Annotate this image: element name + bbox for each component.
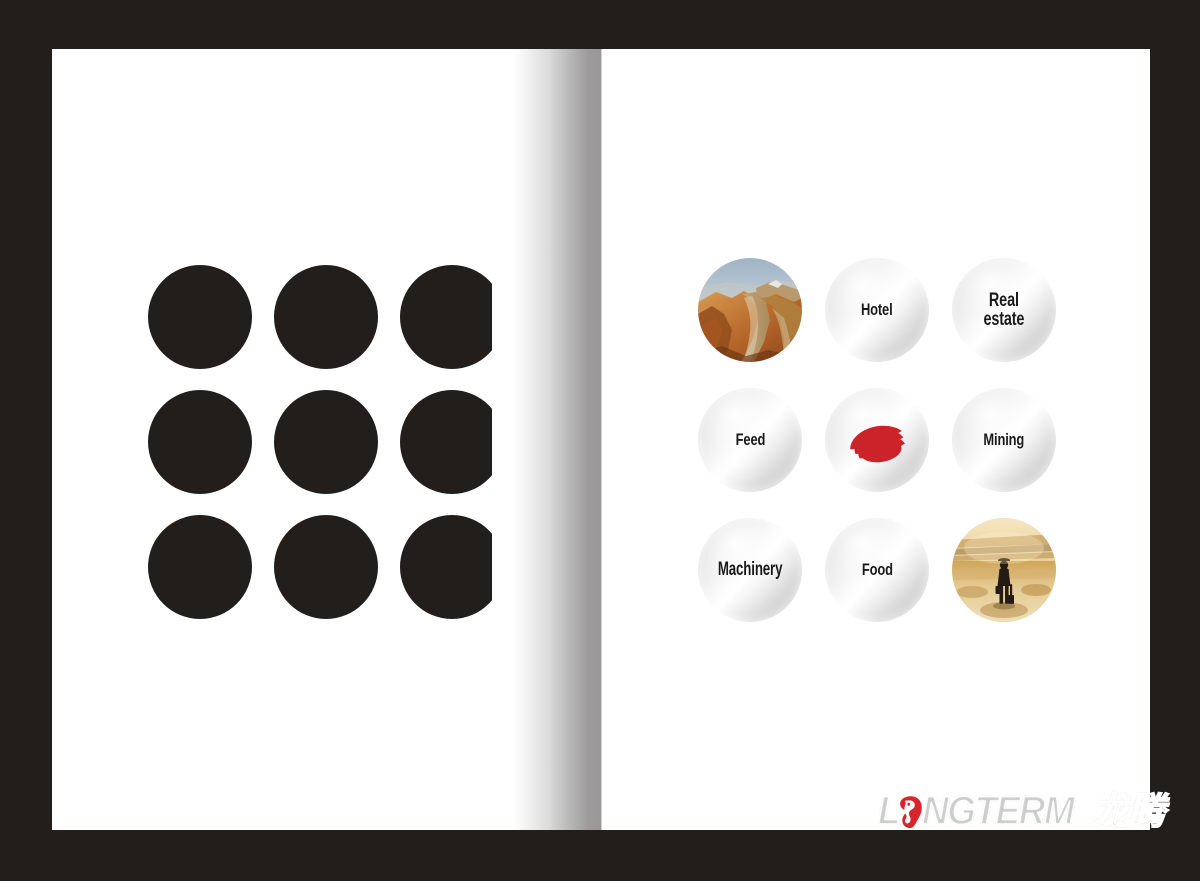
badge-feed-label: Feed xyxy=(735,430,765,450)
longterm-watermark: L NGTERM 龙腾 xyxy=(877,788,1166,834)
badge-machinery-label: Machinery xyxy=(717,559,783,581)
screenshot-canvas: Hotel Real estate Feed Mining Machinery … xyxy=(0,0,1200,881)
right-page: Hotel Real estate Feed Mining Machinery … xyxy=(602,49,1150,830)
badge-mining-photo[interactable] xyxy=(698,258,802,362)
badge-real-estate[interactable]: Real estate xyxy=(952,258,1056,362)
badge-food[interactable]: Food xyxy=(825,518,929,622)
badge-food-label: Food xyxy=(861,560,893,580)
dot-placeholder-6 xyxy=(400,390,504,494)
badge-hotel-label: Hotel xyxy=(861,300,893,320)
watermark-chinese: 龙腾 xyxy=(1092,789,1166,833)
dot-placeholder-4 xyxy=(148,390,252,494)
open-book-spread: Hotel Real estate Feed Mining Machinery … xyxy=(52,49,1150,830)
badge-mining-label: Mining xyxy=(983,430,1025,450)
dot-placeholder-3 xyxy=(400,265,504,369)
dot-placeholder-2 xyxy=(274,265,378,369)
badge-grid: Hotel Real estate Feed Mining Machinery … xyxy=(698,258,1056,622)
dot-placeholder-1 xyxy=(148,265,252,369)
badge-brandmark[interactable] xyxy=(825,388,929,492)
watermark-letters-ngterm: NGTERM xyxy=(921,789,1075,833)
dot-placeholder-8 xyxy=(274,515,378,619)
badge-feed[interactable]: Feed xyxy=(698,388,802,492)
left-page xyxy=(52,49,530,830)
badge-mining[interactable]: Mining xyxy=(952,388,1056,492)
watermark-letter-l: L xyxy=(877,789,901,833)
dot-placeholder-5 xyxy=(274,390,378,494)
book-gutter-shadow xyxy=(492,49,602,830)
badge-hotel[interactable]: Hotel xyxy=(825,258,929,362)
company-logo-icon xyxy=(850,425,905,463)
dragon-mark-icon xyxy=(898,795,923,829)
businessman-silhouette-image xyxy=(952,518,1056,622)
badge-businessman-photo[interactable] xyxy=(952,518,1056,622)
badge-machinery[interactable]: Machinery xyxy=(698,518,802,622)
dot-grid xyxy=(148,265,504,620)
dot-placeholder-9 xyxy=(400,515,504,619)
dot-placeholder-7 xyxy=(148,515,252,619)
watermark-wordmark: L NGTERM xyxy=(877,789,1075,833)
badge-real-estate-label: Real estate xyxy=(983,289,1025,330)
open-pit-mine-image xyxy=(698,258,802,362)
